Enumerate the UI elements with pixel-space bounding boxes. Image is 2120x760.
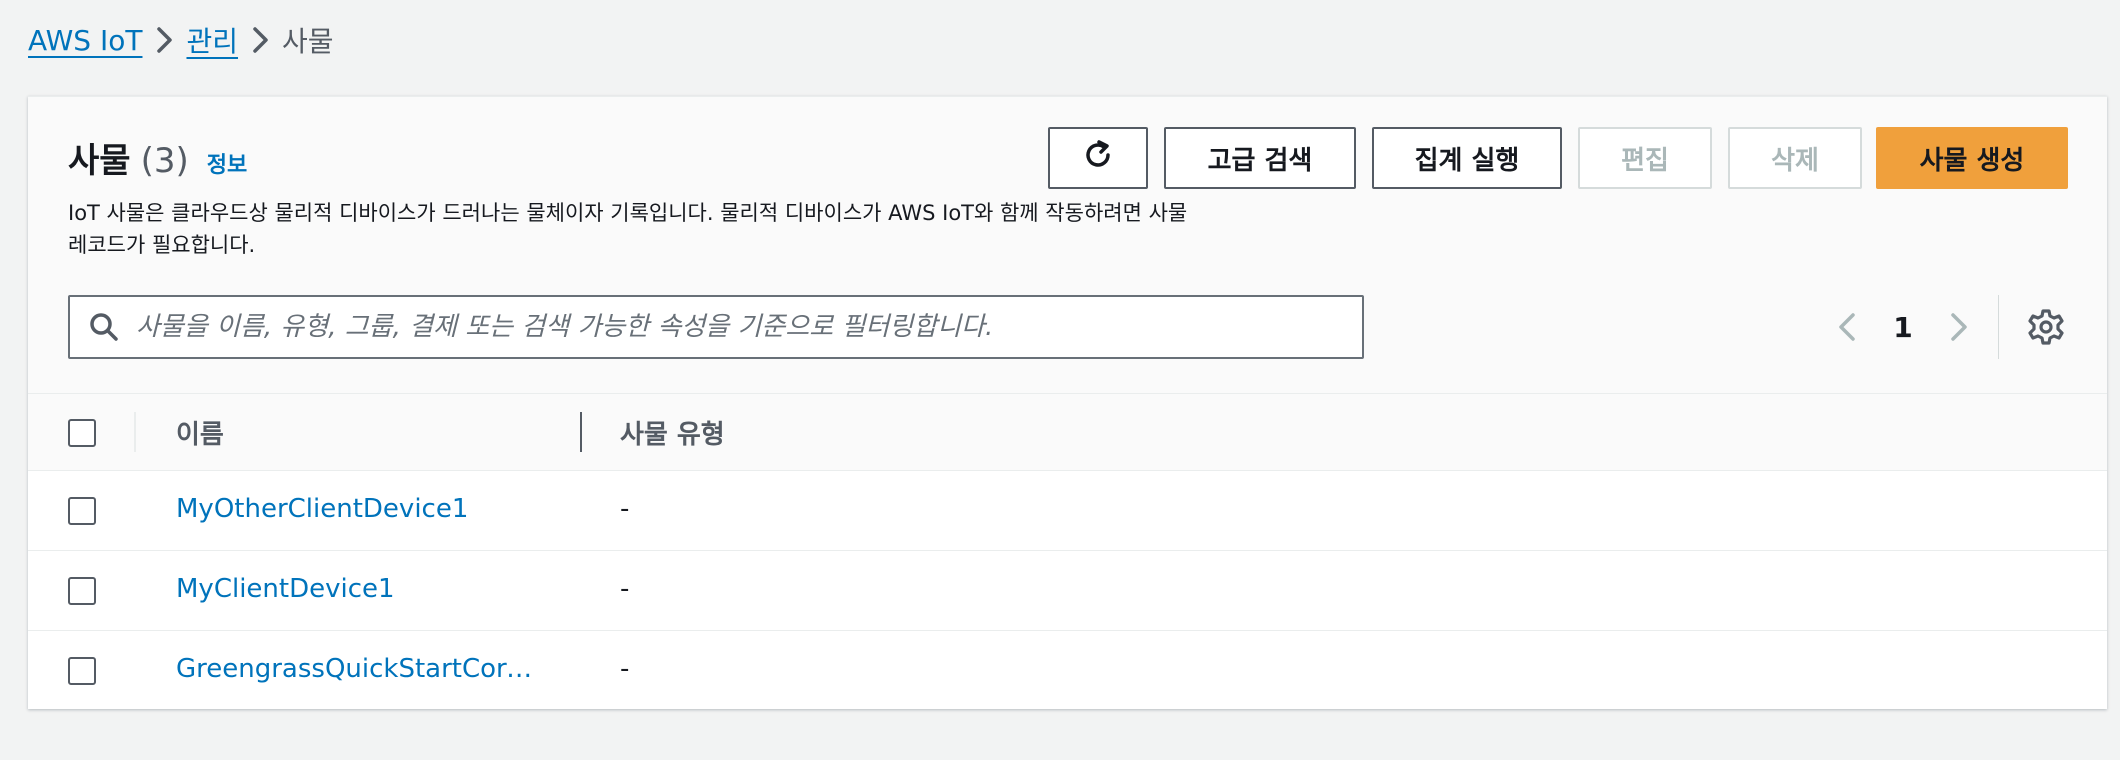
title-count: (3) (140, 141, 189, 181)
select-all-checkbox[interactable] (68, 419, 96, 447)
next-page-icon[interactable] (1938, 307, 1978, 347)
create-thing-button[interactable]: 사물 생성 (1876, 127, 2068, 189)
table-row: MyOtherClientDevice1 - (28, 471, 2107, 551)
search-input[interactable] (134, 311, 1338, 343)
breadcrumb-things: 사물 (282, 25, 334, 58)
breadcrumb: AWS IoT 관리 사물 (28, 18, 334, 62)
chevron-right-icon (142, 18, 186, 62)
things-table-panel: 사물 (3) 정보 IoT 사물은 클라우드상 물리적 디바이스가 드러나는 물… (28, 96, 2107, 709)
column-header-thing-type[interactable]: 사물 유형 (620, 414, 725, 451)
prev-page-icon[interactable] (1828, 307, 1868, 347)
row-checkbox[interactable] (68, 497, 96, 525)
thing-name-link[interactable]: MyClientDevice1 (176, 574, 538, 604)
table-row: MyClientDevice1 - (28, 551, 2107, 631)
column-divider (134, 412, 136, 452)
table-header: 이름 사물 유형 (28, 394, 2107, 471)
page-description: IoT 사물은 클라우드상 물리적 디바이스가 드러나는 물체이자 기록입니다.… (68, 201, 1188, 257)
edit-button[interactable]: 편집 (1578, 127, 1712, 189)
run-aggregation-button[interactable]: 집계 실행 (1372, 127, 1562, 189)
table-row: GreengrassQuickStartCore… - (28, 631, 2107, 710)
refresh-button[interactable] (1048, 127, 1148, 189)
info-link[interactable]: 정보 (207, 147, 247, 179)
thing-type-cell: - (620, 654, 630, 684)
row-checkbox[interactable] (68, 577, 96, 605)
thing-name-link[interactable]: MyOtherClientDevice1 (176, 494, 538, 524)
page-title: 사물 (3) 정보 (68, 133, 247, 182)
gear-icon[interactable] (2026, 307, 2066, 347)
chevron-right-icon (238, 18, 282, 62)
column-header-name[interactable]: 이름 (176, 414, 224, 451)
panel-header: 사물 (3) 정보 IoT 사물은 클라우드상 물리적 디바이스가 드러나는 물… (28, 97, 2107, 394)
advanced-search-button[interactable]: 고급 검색 (1164, 127, 1356, 189)
thing-name-link[interactable]: GreengrassQuickStartCore… (176, 654, 538, 684)
pagination-divider (1998, 295, 1999, 359)
thing-type-cell: - (620, 494, 630, 524)
title-text: 사물 (68, 141, 131, 181)
delete-button[interactable]: 삭제 (1728, 127, 1862, 189)
breadcrumb-manage[interactable]: 관리 (186, 20, 238, 60)
refresh-icon (1080, 137, 1116, 180)
search-icon (86, 309, 122, 345)
breadcrumb-aws-iot[interactable]: AWS IoT (28, 24, 142, 57)
search-box[interactable] (68, 295, 1364, 359)
pagination: 1 (1828, 295, 1978, 359)
page-number[interactable]: 1 (1868, 311, 1938, 344)
thing-type-cell: - (620, 574, 630, 604)
column-resize-handle[interactable] (580, 412, 582, 452)
row-checkbox[interactable] (68, 657, 96, 685)
